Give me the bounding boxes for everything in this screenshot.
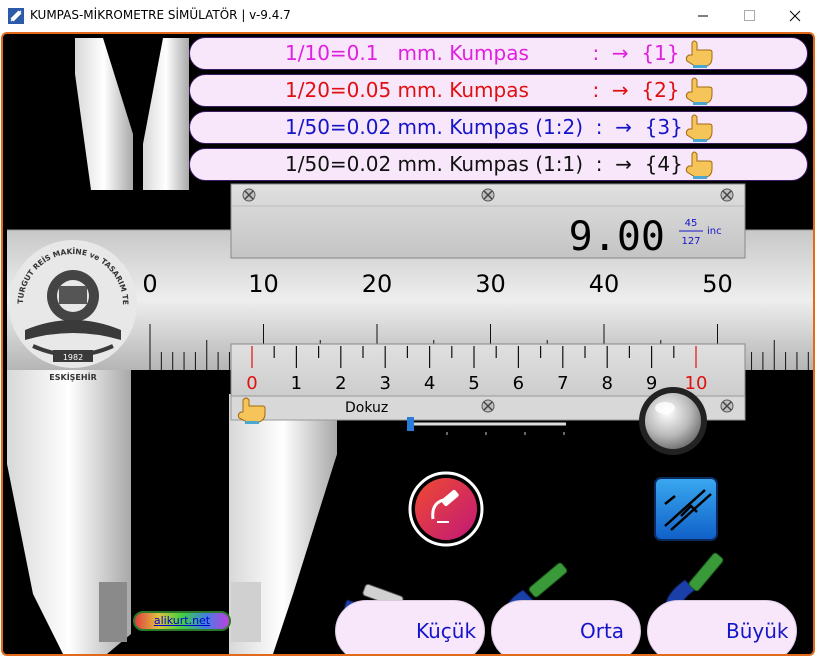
medium-micrometer-button[interactable]: Orta xyxy=(491,600,641,654)
vernier-scale-label: 3 xyxy=(379,373,390,394)
small-micrometer-button[interactable]: Küçük xyxy=(335,600,485,654)
vernier-scale-label: 6 xyxy=(513,373,524,394)
pointing-hand-icon xyxy=(685,114,713,142)
screw-icon xyxy=(481,188,495,202)
menu-item-caliper-1-10[interactable]: 1/10=0.1 mm. Kumpas : → {1} xyxy=(189,37,808,70)
inch-denominator: 127 xyxy=(681,236,700,247)
vernier-scale-label: 1 xyxy=(291,373,302,394)
inch-unit: inc xyxy=(707,226,722,237)
vernier-scale-label: 4 xyxy=(424,373,435,394)
menu-item-caliper-1-20[interactable]: 1/20=0.05 mm. Kumpas : → {2} xyxy=(189,74,808,107)
screw-icon xyxy=(242,188,256,202)
main-scale-label: 20 xyxy=(362,270,393,298)
main-scale-label: 0 xyxy=(142,270,157,298)
menu-item-label: 1/50=0.02 mm. Kumpas (1:1) : → {4} xyxy=(285,152,683,176)
digital-readout: 9.00 xyxy=(569,214,665,260)
minimize-button[interactable] xyxy=(680,0,726,32)
minimize-icon xyxy=(698,15,708,17)
school-logo xyxy=(9,240,137,368)
main-scale-label: 40 xyxy=(589,270,620,298)
maximize-icon xyxy=(744,10,755,21)
logo-year: 1982 xyxy=(63,353,83,362)
slider-thumb[interactable] xyxy=(407,417,414,431)
jaw-slot xyxy=(99,582,127,642)
small-button-label: Küçük xyxy=(416,619,477,643)
large-button-label: Büyük xyxy=(726,619,789,643)
caliper-app-icon xyxy=(8,8,24,24)
fixed-upper-jaw xyxy=(75,38,133,190)
pointing-hand-icon xyxy=(685,151,713,179)
vernier-scale-label: 7 xyxy=(557,373,568,394)
logo-city: ESKİŞEHİR xyxy=(49,372,96,382)
vernier-scale-label: 2 xyxy=(335,373,346,394)
caliper-square-button[interactable] xyxy=(654,477,718,541)
simulator-area: 0 10 20 30 40 50 1982 ESKİŞEHİR TURGUT REİS M… xyxy=(1,32,815,656)
menu-item-caliper-1-50-half[interactable]: 1/50=0.02 mm. Kumpas (1:2) : → {3} xyxy=(189,111,808,144)
website-link-text: alikurt.net xyxy=(153,614,211,627)
vernier-scale-label: 8 xyxy=(601,373,612,394)
screw-icon xyxy=(720,399,734,413)
vernier-scale-label: 9 xyxy=(646,373,657,394)
vernier-scale-label: 0 xyxy=(246,373,257,394)
title-bar[interactable]: KUMPAS-MİKROMETRE SİMÜLATÖR | v-9.4.7 xyxy=(0,0,818,32)
micrometer-round-button[interactable] xyxy=(408,471,484,547)
screw-icon xyxy=(481,399,495,413)
large-micrometer-button[interactable]: Büyük xyxy=(647,600,797,654)
app-window: KUMPAS-MİKROMETRE SİMÜLATÖR | v-9.4.7 0 … xyxy=(0,0,818,658)
maximize-button[interactable] xyxy=(726,0,772,32)
close-button[interactable] xyxy=(772,0,818,32)
pointing-hand-icon xyxy=(685,77,713,105)
medium-button-label: Orta xyxy=(580,619,625,643)
screw-icon xyxy=(720,188,734,202)
main-scale-label: 30 xyxy=(475,270,506,298)
moving-jaw-slot xyxy=(231,582,261,642)
inch-numerator: 45 xyxy=(685,218,698,229)
menu-item-label: 1/50=0.02 mm. Kumpas (1:2) : → {3} xyxy=(285,115,683,139)
window-title: KUMPAS-MİKROMETRE SİMÜLATÖR | v-9.4.7 xyxy=(30,8,291,22)
vernier-scale-label: 5 xyxy=(468,373,479,394)
menu-item-caliper-1-50-full[interactable]: 1/50=0.02 mm. Kumpas (1:1) : → {4} xyxy=(189,148,808,181)
vernier-status-text: Dokuz xyxy=(345,400,388,416)
close-icon xyxy=(789,10,801,22)
pointing-hand-icon xyxy=(685,40,713,68)
menu-item-label: 1/20=0.05 mm. Kumpas : → {2} xyxy=(285,78,680,102)
main-scale-label: 10 xyxy=(248,270,279,298)
main-scale-label: 50 xyxy=(702,270,733,298)
website-link[interactable]: alikurt.net xyxy=(133,611,231,631)
menu-item-label: 1/10=0.1 mm. Kumpas : → {1} xyxy=(285,41,680,65)
thumbwheel-knob-icon[interactable] xyxy=(639,387,707,455)
moving-upper-jaw xyxy=(143,38,189,190)
